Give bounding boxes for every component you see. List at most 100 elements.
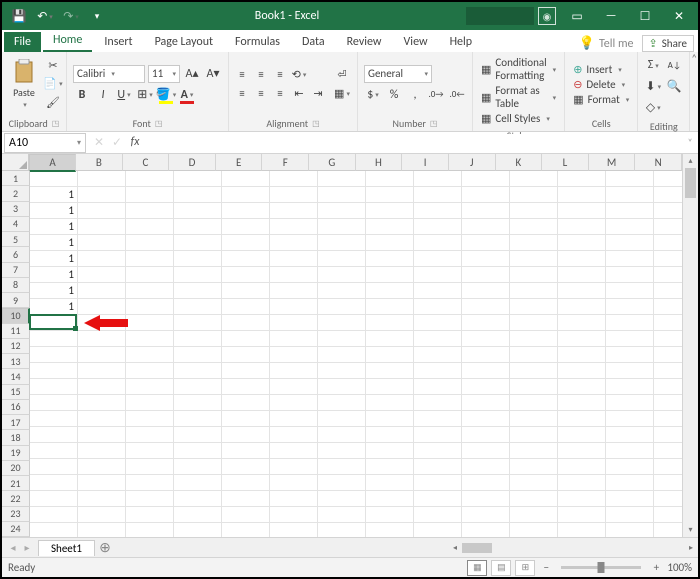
cell[interactable]: [318, 507, 366, 523]
cell[interactable]: [174, 379, 222, 395]
cell[interactable]: [270, 235, 318, 251]
cell[interactable]: [462, 507, 510, 523]
sort-filter-icon[interactable]: A↓: [665, 56, 683, 74]
vertical-scrollbar[interactable]: ▴ ▾: [682, 154, 698, 537]
font-size-select[interactable]: 11▾: [148, 65, 180, 83]
collapse-ribbon-icon[interactable]: ˄: [690, 52, 698, 131]
cell[interactable]: [270, 443, 318, 459]
cell[interactable]: [366, 507, 414, 523]
cell[interactable]: [606, 491, 654, 507]
cell[interactable]: [558, 427, 606, 443]
cell[interactable]: [366, 267, 414, 283]
align-left-icon[interactable]: ≡: [233, 86, 251, 102]
cell[interactable]: [510, 331, 558, 347]
cell[interactable]: [510, 491, 558, 507]
cell[interactable]: [174, 267, 222, 283]
cell[interactable]: [270, 475, 318, 491]
find-select-icon[interactable]: 🔍: [665, 77, 683, 95]
cell[interactable]: [510, 459, 558, 475]
cell[interactable]: [174, 203, 222, 219]
cell[interactable]: 1: [30, 283, 78, 299]
cell[interactable]: [222, 427, 270, 443]
border-button[interactable]: ⊞▾: [136, 86, 154, 104]
cell[interactable]: [654, 235, 682, 251]
tab-help[interactable]: Help: [440, 32, 483, 52]
zoom-out-icon[interactable]: −: [539, 561, 553, 574]
cell[interactable]: [558, 395, 606, 411]
cell[interactable]: [126, 251, 174, 267]
cell[interactable]: [174, 299, 222, 315]
cell[interactable]: [414, 379, 462, 395]
cell[interactable]: [606, 203, 654, 219]
cell[interactable]: [366, 171, 414, 187]
cell[interactable]: [30, 171, 78, 187]
cell[interactable]: [126, 347, 174, 363]
cell[interactable]: [126, 331, 174, 347]
cell[interactable]: [606, 507, 654, 523]
cell[interactable]: [654, 363, 682, 379]
increase-indent-icon[interactable]: ⇥: [309, 86, 327, 102]
row-header[interactable]: 17: [2, 415, 30, 430]
cell[interactable]: 1: [30, 299, 78, 315]
scroll-right-icon[interactable]: ▸: [684, 541, 698, 555]
cell[interactable]: [222, 395, 270, 411]
cell[interactable]: [558, 315, 606, 331]
cell[interactable]: [30, 411, 78, 427]
row-header[interactable]: 18: [2, 430, 30, 445]
cell[interactable]: [558, 475, 606, 491]
cell[interactable]: [126, 363, 174, 379]
cell[interactable]: [558, 267, 606, 283]
cell[interactable]: [654, 331, 682, 347]
cell[interactable]: [270, 347, 318, 363]
cell[interactable]: [318, 251, 366, 267]
row-header[interactable]: 7: [2, 263, 30, 278]
select-all-corner[interactable]: [2, 154, 29, 171]
wrap-text-icon[interactable]: ⏎: [331, 67, 353, 83]
cell[interactable]: [414, 203, 462, 219]
cell[interactable]: [414, 347, 462, 363]
cell[interactable]: [318, 299, 366, 315]
cell[interactable]: [366, 411, 414, 427]
cell[interactable]: [366, 427, 414, 443]
name-box[interactable]: A10▾: [4, 133, 86, 153]
cell[interactable]: [30, 475, 78, 491]
share-button[interactable]: ⇪Share: [642, 35, 694, 52]
cell[interactable]: [126, 507, 174, 523]
cell[interactable]: [318, 187, 366, 203]
cell[interactable]: [558, 363, 606, 379]
cell[interactable]: [222, 267, 270, 283]
increase-font-icon[interactable]: A▴: [183, 65, 201, 83]
cell[interactable]: [654, 411, 682, 427]
cell[interactable]: [462, 235, 510, 251]
cell[interactable]: [78, 379, 126, 395]
cell[interactable]: [78, 283, 126, 299]
cell[interactable]: [78, 347, 126, 363]
cell[interactable]: [510, 523, 558, 537]
cell[interactable]: [126, 395, 174, 411]
cell[interactable]: [510, 395, 558, 411]
cell[interactable]: [318, 363, 366, 379]
cut-icon[interactable]: ✂: [44, 57, 62, 73]
cell[interactable]: [606, 363, 654, 379]
column-header[interactable]: H: [356, 154, 403, 171]
scroll-left-icon[interactable]: ◂: [448, 541, 462, 555]
cell[interactable]: [126, 379, 174, 395]
cell[interactable]: [174, 475, 222, 491]
cell[interactable]: [462, 475, 510, 491]
cell[interactable]: [606, 315, 654, 331]
cell[interactable]: [606, 171, 654, 187]
cell[interactable]: [462, 251, 510, 267]
cell[interactable]: [654, 299, 682, 315]
cell[interactable]: [222, 379, 270, 395]
format-cells-button[interactable]: ▦Format▾: [573, 93, 629, 106]
cell[interactable]: [318, 315, 366, 331]
cell[interactable]: [654, 171, 682, 187]
cell[interactable]: [510, 443, 558, 459]
cell[interactable]: [414, 315, 462, 331]
font-dialog-icon[interactable]: ◳: [155, 119, 163, 129]
enter-formula-icon[interactable]: ✓: [108, 135, 126, 150]
cell[interactable]: [510, 363, 558, 379]
cell[interactable]: [462, 299, 510, 315]
cell[interactable]: [414, 299, 462, 315]
cell[interactable]: [462, 427, 510, 443]
